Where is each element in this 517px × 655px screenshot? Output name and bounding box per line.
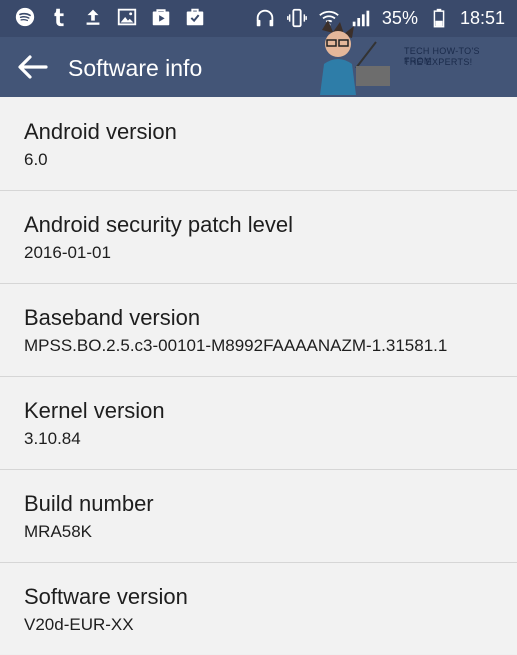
item-label: Build number [24, 491, 154, 516]
item-value: 6.0 [24, 150, 48, 169]
item-value: MRA58K [24, 522, 93, 541]
vibrate-icon [286, 7, 308, 29]
item-value: 3.10.84 [24, 429, 81, 448]
battery-icon [428, 7, 450, 29]
software-version-item[interactable]: Software version V20d-EUR-XX [0, 562, 517, 655]
clock: 18:51 [459, 8, 505, 28]
security-patch-item[interactable]: Android security patch level 2016-01-01 [0, 190, 517, 284]
android-version-item[interactable]: Android version 6.0 [0, 97, 517, 191]
item-value: MPSS.BO.2.5.c3-00101-M8992FAAAANAZM-1.31… [24, 336, 448, 355]
baseband-version-item[interactable]: Baseband version MPSS.BO.2.5.c3-00101-M8… [0, 283, 517, 377]
image-icon [116, 6, 138, 28]
app-bar: Software info [0, 37, 517, 97]
wifi-icon [318, 7, 340, 29]
page-title: Software info [68, 55, 203, 81]
item-value: 2016-01-01 [24, 243, 111, 262]
upload-icon [82, 6, 104, 28]
item-label: Software version [24, 584, 188, 609]
media-bag-icon [150, 6, 172, 28]
item-label: Android version [24, 119, 177, 144]
item-label: Baseband version [24, 305, 201, 330]
headphones-icon [254, 7, 276, 29]
notification-icons [14, 6, 206, 28]
status-bar: 35% 18:51 [0, 0, 517, 37]
software-info-list: Android version 6.0 Android security pat… [0, 97, 517, 654]
item-label: Android security patch level [24, 212, 294, 237]
item-label: Kernel version [24, 398, 165, 423]
spotify-icon [14, 6, 36, 28]
back-arrow-icon[interactable] [16, 53, 48, 81]
signal-icon [350, 7, 372, 29]
battery-percent: 35% [381, 8, 418, 28]
tumblr-icon [48, 6, 70, 28]
item-value: V20d-EUR-XX [24, 615, 134, 634]
briefcase-check-icon [184, 6, 206, 28]
build-number-item[interactable]: Build number MRA58K [0, 469, 517, 563]
kernel-version-item[interactable]: Kernel version 3.10.84 [0, 376, 517, 470]
system-status: 35% 18:51 [254, 6, 505, 30]
